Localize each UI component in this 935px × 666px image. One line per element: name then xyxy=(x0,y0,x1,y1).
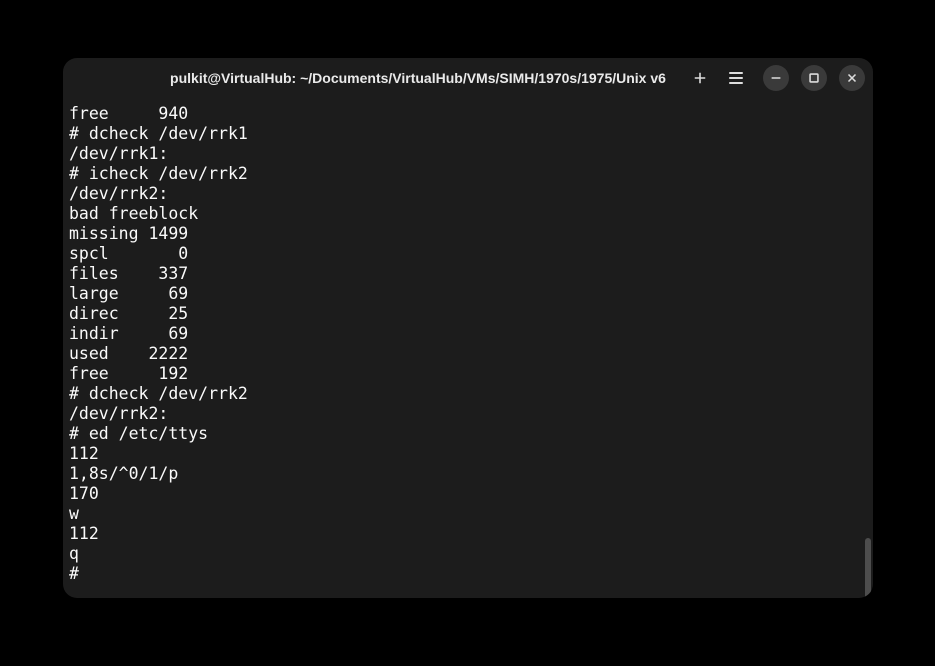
maximize-icon xyxy=(807,71,821,85)
terminal-window: pulkit@VirtualHub: ~/Documents/VirtualHu… xyxy=(63,58,873,598)
plus-icon xyxy=(693,71,707,85)
terminal-body[interactable]: free 940 # dcheck /dev/rrk1 /dev/rrk1: #… xyxy=(63,98,873,598)
menu-button[interactable] xyxy=(721,63,751,93)
close-button[interactable] xyxy=(839,65,865,91)
minimize-icon xyxy=(769,71,783,85)
maximize-button[interactable] xyxy=(801,65,827,91)
minimize-button[interactable] xyxy=(763,65,789,91)
hamburger-icon xyxy=(729,72,743,83)
close-icon xyxy=(845,71,859,85)
titlebar: pulkit@VirtualHub: ~/Documents/VirtualHu… xyxy=(63,58,873,98)
scrollbar-thumb[interactable] xyxy=(865,538,871,598)
new-tab-button[interactable] xyxy=(685,63,715,93)
titlebar-controls xyxy=(685,63,865,93)
window-title: pulkit@VirtualHub: ~/Documents/VirtualHu… xyxy=(71,70,685,86)
terminal-output: free 940 # dcheck /dev/rrk1 /dev/rrk1: #… xyxy=(69,104,865,584)
